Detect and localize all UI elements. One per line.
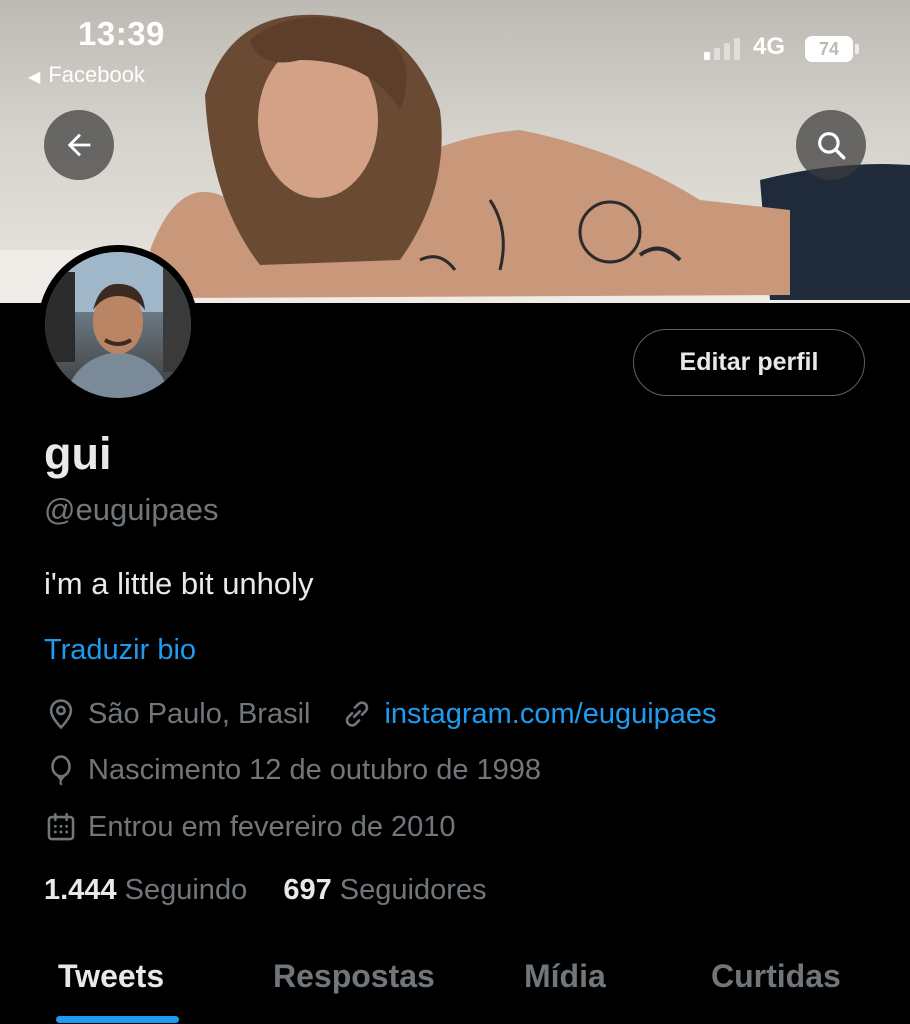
search-button[interactable] <box>796 110 866 180</box>
tab-media[interactable]: Mídia <box>524 958 606 995</box>
back-triangle-icon: ◀ <box>28 69 41 86</box>
following-link[interactable]: 1.444 Seguindo <box>44 874 247 906</box>
profile-meta-location-row: São Paulo, Brasil instagram.com/euguipae… <box>44 697 717 731</box>
link-icon <box>346 701 369 727</box>
profile-meta-birthday-row: Nascimento 12 de outubro de 1998 <box>44 753 541 787</box>
edit-profile-button[interactable]: Editar perfil <box>633 329 865 396</box>
calendar-icon <box>47 812 75 841</box>
website-link[interactable]: instagram.com/euguipaes <box>384 698 716 731</box>
tab-replies[interactable]: Respostas <box>273 958 435 995</box>
location-pin-icon <box>49 699 73 730</box>
joined-text: Entrou em fevereiro de 2010 <box>88 810 456 843</box>
tab-tweets[interactable]: Tweets <box>58 958 164 995</box>
avatar-image <box>45 252 191 398</box>
back-app-label: Facebook <box>48 62 145 87</box>
followers-label: Seguidores <box>339 874 487 906</box>
profile-meta-joined-row: Entrou em fevereiro de 2010 <box>44 810 456 844</box>
search-icon <box>818 132 846 160</box>
balloon-icon <box>51 755 71 786</box>
profile-handle: @euguipaes <box>44 492 219 527</box>
followers-count: 697 <box>283 874 332 906</box>
status-time: 13:39 <box>78 15 165 52</box>
back-button[interactable] <box>44 110 114 180</box>
profile-name: gui <box>44 428 112 479</box>
signal-icon <box>704 38 740 60</box>
following-count: 1.444 <box>44 874 117 906</box>
tab-likes[interactable]: Curtidas <box>711 958 841 995</box>
location-text: São Paulo, Brasil <box>88 697 311 730</box>
profile-bio: i'm a little bit unholy <box>44 566 314 601</box>
birthday-text: Nascimento 12 de outubro de 1998 <box>88 753 542 786</box>
avatar-photo <box>45 252 191 398</box>
network-type: 4G <box>753 33 786 60</box>
battery-icon: 74 <box>805 36 853 62</box>
avatar[interactable] <box>38 245 198 405</box>
battery-cap <box>855 44 859 54</box>
profile-tabs: Tweets Respostas Mídia Curtidas <box>0 948 910 1024</box>
battery-level: 74 <box>818 39 840 59</box>
back-to-app-link[interactable]: ◀ Facebook <box>28 62 145 88</box>
following-label: Seguindo <box>124 874 248 906</box>
followers-link[interactable]: 697 Seguidores <box>283 874 486 906</box>
active-tab-indicator <box>56 1016 179 1023</box>
arrow-left-icon <box>67 133 91 157</box>
translate-bio-link[interactable]: Traduzir bio <box>44 634 196 667</box>
follow-stats: 1.444 Seguindo 697 Seguidores <box>44 874 487 907</box>
